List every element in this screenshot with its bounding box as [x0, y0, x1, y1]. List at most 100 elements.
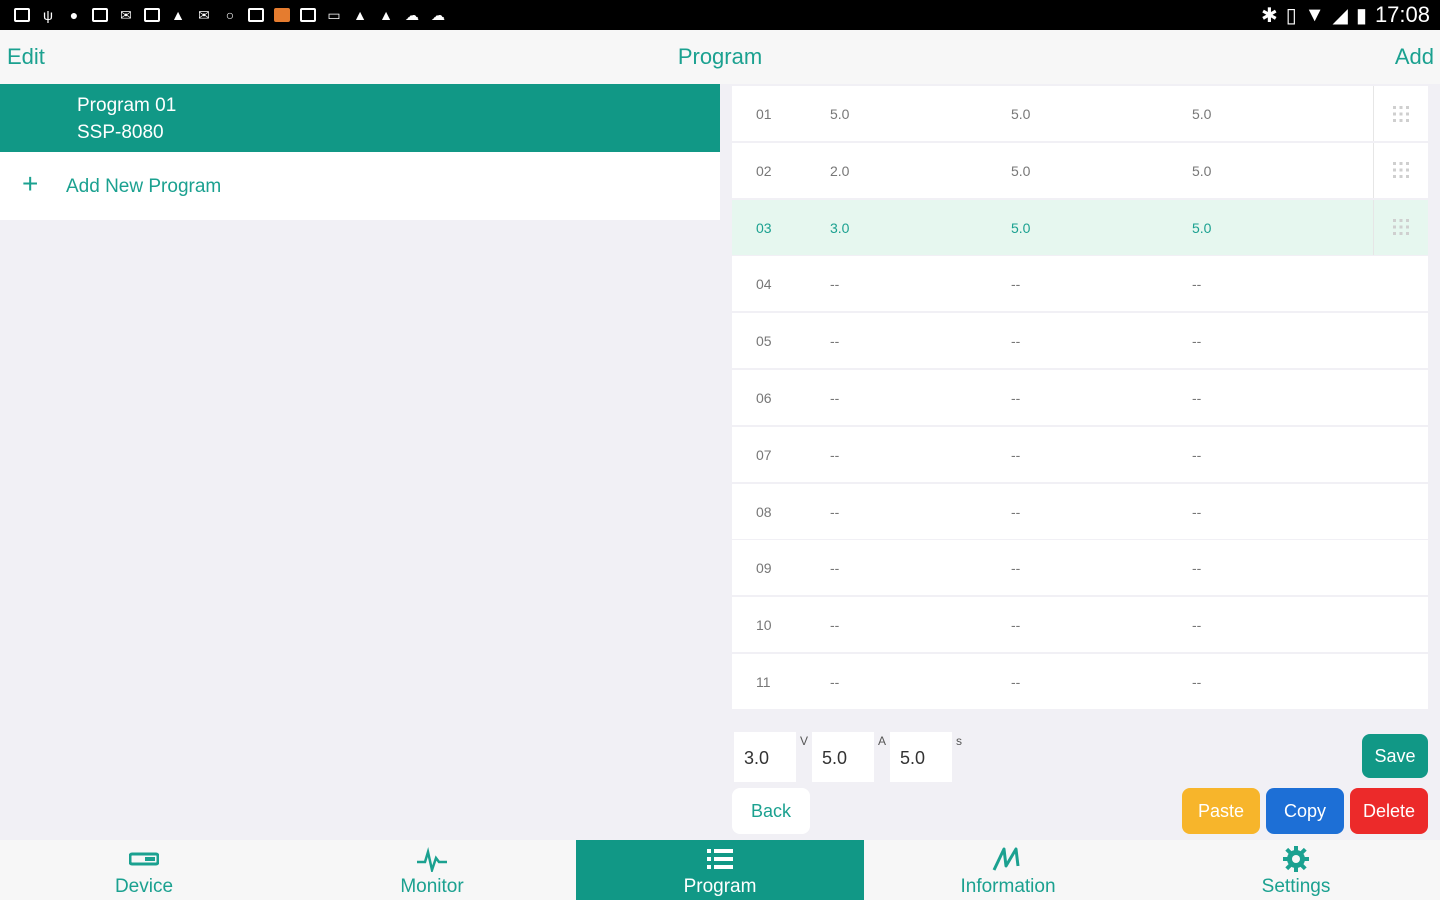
- mail-icon: ✉: [198, 6, 210, 23]
- table-row[interactable]: 06 -- -- --: [732, 370, 1428, 425]
- time-input[interactable]: 5.0: [890, 732, 952, 782]
- table-row[interactable]: 09 -- -- --: [732, 540, 1428, 596]
- mail-icon: ✉: [120, 6, 132, 23]
- doc-icon: [298, 6, 318, 24]
- nav-device-label: Device: [114, 876, 174, 897]
- program-list: Program 01 SSP-8080 + Add New Program: [0, 84, 720, 840]
- program-item-selected[interactable]: Program 01 SSP-8080: [0, 84, 720, 152]
- current-value: 5.0: [1011, 162, 1031, 179]
- sync-icon: ○: [225, 7, 235, 23]
- table-row[interactable]: 01 5.0 5.0 5.0: [732, 86, 1428, 141]
- wifi-icon: ▼: [1304, 3, 1325, 26]
- step-number: 10: [756, 617, 772, 634]
- drag-handle-icon[interactable]: [1373, 199, 1428, 255]
- current-value: --: [1011, 674, 1021, 690]
- step-number: 11: [756, 674, 771, 690]
- voltage-value: --: [830, 503, 840, 520]
- vibrate-icon: ▯: [1285, 4, 1297, 27]
- add-new-program-button[interactable]: + Add New Program: [0, 152, 720, 220]
- current-value: --: [1011, 276, 1021, 293]
- time-value: 5.0: [1192, 162, 1212, 179]
- step-editor: 3.0 V 5.0 A 5.0 s Save Back Paste Copy D…: [732, 726, 1430, 840]
- current-value: --: [1011, 503, 1021, 520]
- clock: 17:08: [1374, 2, 1430, 27]
- nav-settings-label: Settings: [1261, 876, 1331, 897]
- nav-device[interactable]: Device: [0, 840, 288, 900]
- nav-settings[interactable]: Settings: [1152, 840, 1440, 900]
- current-unit: A: [878, 734, 887, 748]
- plus-icon: +: [22, 168, 39, 199]
- table-row[interactable]: 05 -- -- --: [732, 313, 1428, 369]
- voltage-value: --: [830, 560, 840, 577]
- app-icon: [246, 6, 266, 24]
- usb-icon: ψ: [43, 7, 53, 23]
- cloud-icon: ☁: [431, 6, 445, 23]
- time-value: --: [1192, 560, 1202, 577]
- list-icon: [704, 844, 736, 874]
- table-row[interactable]: 03 3.0 5.0 5.0: [732, 199, 1428, 255]
- step-number: 06: [756, 390, 772, 406]
- paste-button[interactable]: Paste: [1182, 788, 1260, 834]
- table-row[interactable]: 07 -- -- --: [732, 426, 1428, 482]
- table-row[interactable]: 11 -- -- --: [732, 654, 1428, 709]
- nav-program-label: Program: [683, 876, 757, 897]
- device-icon: [128, 844, 160, 874]
- time-value: --: [1192, 390, 1202, 406]
- current-input[interactable]: 5.0: [812, 732, 874, 782]
- battery-icon: ▮: [1355, 4, 1367, 27]
- table-row[interactable]: 08 -- -- --: [732, 483, 1428, 539]
- back-button[interactable]: Back: [732, 788, 810, 834]
- step-number: 01: [756, 106, 772, 122]
- current-value: --: [1011, 560, 1021, 577]
- step-number: 02: [756, 162, 772, 179]
- time-value: --: [1192, 674, 1202, 690]
- time-value: --: [1192, 333, 1202, 350]
- warning-icon: ▲: [379, 7, 393, 23]
- nav-information[interactable]: Information: [864, 840, 1152, 900]
- nav-monitor-label: Monitor: [400, 876, 464, 897]
- add-new-program-label: Add New Program: [66, 176, 222, 197]
- nav-monitor[interactable]: Monitor: [288, 840, 576, 900]
- time-value: 5.0: [1192, 106, 1212, 122]
- add-button[interactable]: Add: [1395, 44, 1434, 70]
- current-value: --: [1011, 446, 1021, 463]
- current-value: 5.0: [1011, 219, 1031, 236]
- warning-icon: ▲: [353, 7, 367, 23]
- current-value: --: [1011, 617, 1021, 634]
- notification-icon: [12, 6, 32, 24]
- bottom-nav: Device Monitor Program Information Setti…: [0, 840, 1440, 900]
- time-value: --: [1192, 503, 1202, 520]
- table-row[interactable]: 10 -- -- --: [732, 597, 1428, 653]
- monitor-icon: [416, 844, 448, 874]
- image-icon: [90, 6, 110, 24]
- save-button[interactable]: Save: [1362, 734, 1428, 778]
- drag-handle-icon[interactable]: [1373, 86, 1428, 141]
- delete-button[interactable]: Delete: [1350, 788, 1428, 834]
- step-number: 05: [756, 333, 772, 350]
- drag-handle-icon[interactable]: [1373, 142, 1428, 198]
- table-row[interactable]: 04 -- -- --: [732, 256, 1428, 312]
- step-number: 08: [756, 503, 772, 520]
- time-value: 5.0: [1192, 219, 1212, 236]
- voltage-value: 5.0: [830, 106, 850, 122]
- step-number: 09: [756, 560, 772, 577]
- status-bar: ψ ● ✉ ▲ ✉ ○ ▭ ▲ ▲ ☁ ☁ ✱ ▯ ▼ ◢ ▮ 17:08: [0, 0, 1440, 30]
- table-row[interactable]: 02 2.0 5.0 5.0: [732, 142, 1428, 198]
- current-value: --: [1011, 390, 1021, 406]
- gear-icon: [1280, 844, 1312, 874]
- nav-program[interactable]: Program: [576, 840, 864, 900]
- message-icon: ▭: [327, 6, 341, 23]
- voltage-value: --: [830, 617, 840, 634]
- voltage-unit: V: [800, 734, 809, 748]
- signal-icon: ◢: [1332, 4, 1348, 27]
- voltage-input[interactable]: 3.0: [734, 732, 796, 782]
- voltage-value: --: [830, 390, 840, 406]
- current-value: --: [1011, 333, 1021, 350]
- step-table: 01 5.0 5.0 5.0 02 2.0 5.0 5.0 03 3.0 5.0 5.0 04 -- -- -…: [732, 84, 1430, 724]
- step-number: 07: [756, 446, 772, 463]
- voltage-value: --: [830, 446, 840, 463]
- voltage-value: --: [830, 333, 840, 350]
- copy-button[interactable]: Copy: [1266, 788, 1344, 834]
- time-unit: s: [956, 734, 962, 748]
- page-title: Program: [677, 44, 763, 69]
